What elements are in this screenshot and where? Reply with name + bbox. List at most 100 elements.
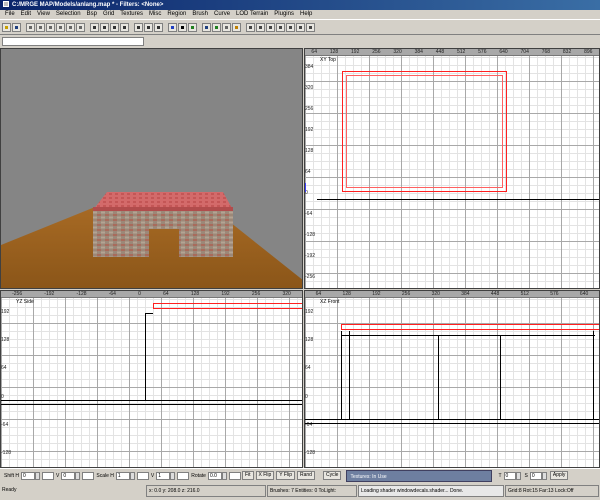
yz-side-viewport[interactable]: -256 -192 -128 -64 0 64 128 192 256 320 192 128 64 0… <box>0 290 303 468</box>
curve-icon[interactable] <box>276 22 285 32</box>
csg-subtract-icon[interactable] <box>134 22 143 32</box>
tick-label: 192 <box>1 309 10 316</box>
save-icon[interactable] <box>12 22 21 32</box>
menu-bsp[interactable]: Bsp <box>84 10 100 19</box>
menu-grid[interactable]: Grid <box>100 10 117 19</box>
scale-v-spinner[interactable] <box>170 471 176 480</box>
tick-label: 512 <box>456 49 466 55</box>
drag-edges-icon[interactable] <box>246 22 255 32</box>
tick-label: -128 <box>305 232 316 239</box>
patch-icon[interactable] <box>232 22 241 32</box>
tick-label: 64 <box>163 291 169 297</box>
selected-brush-outline[interactable] <box>341 324 599 330</box>
scale-v-label: V <box>150 472 155 479</box>
flip-y-icon[interactable] <box>46 22 55 32</box>
fit-button[interactable]: Fit <box>241 471 254 480</box>
s-field[interactable]: 0 <box>529 471 542 480</box>
flip-z-icon[interactable] <box>66 22 75 32</box>
menu-plugins[interactable]: Plugins <box>271 10 297 19</box>
wall-left-inner <box>349 331 350 419</box>
tick-label: 576 <box>478 49 487 55</box>
menu-file[interactable]: File <box>2 10 18 19</box>
tick-label: 576 <box>550 291 559 297</box>
shift-v-spinner[interactable] <box>75 471 81 480</box>
select-partial-icon[interactable] <box>110 22 119 32</box>
door-right-edge <box>500 335 501 419</box>
selected-brush-outline[interactable] <box>153 303 302 309</box>
s-spinner[interactable] <box>541 471 547 480</box>
lod-icon[interactable] <box>286 22 295 32</box>
shift-h-field[interactable]: 0 <box>21 471 36 480</box>
menu-selection[interactable]: Selection <box>53 10 84 19</box>
flip-x-icon[interactable] <box>26 22 35 32</box>
grid-major <box>1 291 302 467</box>
status-ready: Ready <box>2 487 17 493</box>
scale-icon[interactable] <box>266 22 275 32</box>
cube-icon[interactable] <box>178 22 187 32</box>
filter-input[interactable] <box>2 37 144 46</box>
tick-label: -128 <box>76 291 87 297</box>
scale-h-spinner[interactable] <box>129 471 135 480</box>
hollow-icon[interactable] <box>154 22 163 32</box>
view-change-icon[interactable] <box>202 22 211 32</box>
menu-edit[interactable]: Edit <box>18 10 34 19</box>
scale-h-field[interactable]: 1 <box>115 471 130 480</box>
tick-label: 768 <box>541 49 551 55</box>
rotate-step[interactable] <box>228 471 241 480</box>
camera-icon[interactable] <box>168 22 177 32</box>
shift-v-step[interactable] <box>82 471 95 480</box>
scale-v-step[interactable] <box>177 471 190 480</box>
select-inside-icon[interactable] <box>120 22 129 32</box>
t-field[interactable]: 0 <box>503 471 516 480</box>
shift-h-spinner[interactable] <box>35 471 41 480</box>
drag-vertices-icon[interactable] <box>256 22 265 32</box>
rotate-x-icon[interactable] <box>36 22 45 32</box>
tick-label: 128 <box>342 291 351 297</box>
origin-marker <box>305 183 306 192</box>
xz-front-viewport[interactable]: 64 128 192 256 320 384 448 512 576 640 192 128 64 0-… <box>304 290 600 468</box>
complete-tall-icon[interactable] <box>90 22 99 32</box>
view-entity-icon[interactable] <box>212 22 221 32</box>
plugin-icon[interactable] <box>306 22 315 32</box>
t-spinner[interactable] <box>515 471 521 480</box>
cycle-button[interactable]: Cycle <box>322 471 342 480</box>
camera-viewport[interactable] <box>0 48 303 289</box>
y-flip-button[interactable]: Y Flip <box>276 471 295 480</box>
scale-h-step[interactable] <box>136 471 149 480</box>
texture-lock-icon[interactable] <box>188 22 197 32</box>
tick-label: 320 <box>282 291 291 297</box>
terrain-icon[interactable] <box>296 22 305 32</box>
menu-help[interactable]: Help <box>297 10 315 19</box>
rotate-z-icon[interactable] <box>76 22 85 32</box>
menu-brush[interactable]: Brush <box>189 10 211 19</box>
tick-label: 704 <box>520 49 529 55</box>
xy-top-viewport[interactable]: 64 128 192 256 320 384 448 512 576 640 704 768 832 89… <box>304 48 600 289</box>
shift-v-field[interactable]: 0 <box>61 471 76 480</box>
textures-in-use-panel[interactable]: Textures: In Use <box>346 469 493 482</box>
tick-label: 320 <box>393 49 402 55</box>
clipper-icon[interactable] <box>222 22 231 32</box>
title-bar: C:/MRGE MAP/Models/anlang.map * - Filter… <box>0 0 600 10</box>
menu-region[interactable]: Region <box>164 10 189 19</box>
menu-lod-terrain[interactable]: LOD Terrain <box>233 10 271 19</box>
x-flip-button[interactable]: X Flip <box>255 471 275 480</box>
tick-label: -256 <box>12 291 23 297</box>
open-icon[interactable] <box>2 22 11 32</box>
t-label: T <box>498 472 502 479</box>
rotate-label: Rotate <box>191 472 206 479</box>
menu-view[interactable]: View <box>34 10 53 19</box>
apply-button[interactable]: Apply <box>549 471 569 480</box>
csg-merge-icon[interactable] <box>144 22 153 32</box>
rotate-spinner[interactable] <box>221 471 227 480</box>
shift-h-step[interactable] <box>42 471 55 480</box>
tick-label: 0 <box>138 291 141 297</box>
rotate-y-icon[interactable] <box>56 22 65 32</box>
rotate-field[interactable]: 0.0 <box>207 471 222 480</box>
tick-label: 192 <box>305 126 314 133</box>
select-touching-icon[interactable] <box>100 22 109 32</box>
menu-misc[interactable]: Misc <box>146 10 164 19</box>
menu-curve[interactable]: Curve <box>211 10 233 19</box>
rand-button[interactable]: Rand <box>297 471 315 480</box>
scale-v-field[interactable]: 1 <box>156 471 171 480</box>
menu-textures[interactable]: Textures <box>117 10 146 19</box>
